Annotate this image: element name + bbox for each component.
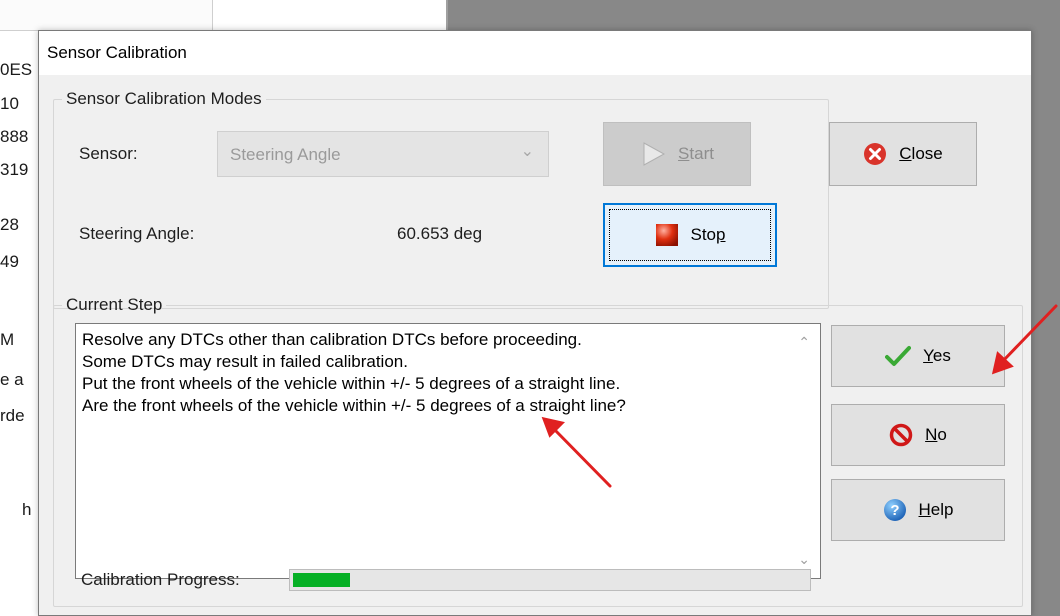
start-button[interactable]: Start — [603, 122, 751, 186]
scroll-up-icon[interactable]: ⌃ — [798, 334, 810, 351]
background-text: M — [0, 330, 15, 349]
background-text: 10 — [0, 94, 19, 113]
yes-button[interactable]: Yes — [831, 325, 1005, 387]
calibration-modes-legend: Sensor Calibration Modes — [66, 89, 262, 108]
no-button-label: No — [925, 425, 947, 444]
current-step-legend: Current Step — [66, 295, 163, 314]
steering-angle-label: Steering Angle: — [79, 224, 195, 243]
background-text: e a — [0, 370, 24, 389]
start-button-label: Start — [678, 144, 714, 163]
title-bar[interactable]: Sensor Calibration — [39, 31, 1031, 75]
background-header — [0, 0, 213, 31]
background-text: 49 — [0, 252, 19, 271]
instruction-line: Resolve any DTCs other than calibration … — [82, 330, 582, 349]
no-button[interactable]: No — [831, 404, 1005, 466]
play-icon — [640, 141, 666, 167]
stop-button-label: Stop — [690, 225, 726, 244]
svg-text:?: ? — [890, 502, 899, 519]
sensor-label: Sensor: — [79, 144, 138, 163]
instruction-line: Are the front wheels of the vehicle with… — [82, 396, 626, 415]
chevron-down-icon: ⌄ — [520, 143, 534, 160]
dialog-title: Sensor Calibration — [47, 43, 187, 62]
background-text: 888 — [0, 127, 29, 146]
checkmark-icon — [885, 345, 912, 367]
stop-button[interactable]: Stop — [603, 203, 777, 267]
sensor-select[interactable]: Steering Angle ⌄ — [217, 131, 549, 177]
close-button[interactable]: Close — [829, 122, 977, 186]
progress-label: Calibration Progress: — [81, 570, 240, 589]
scroll-down-icon[interactable]: ⌄ — [798, 551, 810, 568]
help-icon: ? — [883, 498, 907, 522]
help-button[interactable]: ? Help — [831, 479, 1005, 541]
sensor-select-value: Steering Angle — [230, 145, 341, 164]
sensor-calibration-dialog: Sensor Calibration Sensor Calibration Mo… — [38, 30, 1032, 616]
background-text: 28 — [0, 215, 19, 234]
background-text: rde — [0, 406, 25, 425]
instructions-textarea[interactable]: Resolve any DTCs other than calibration … — [75, 323, 821, 579]
stop-icon — [655, 223, 679, 247]
instruction-line: Put the front wheels of the vehicle with… — [82, 374, 621, 393]
background-text: 0ES — [0, 60, 33, 79]
instruction-line: Some DTCs may result in failed calibrati… — [82, 352, 408, 371]
close-button-label: Close — [899, 144, 943, 163]
calibration-progress-bar — [289, 569, 811, 591]
close-x-icon — [863, 142, 887, 166]
progress-fill — [293, 573, 350, 587]
help-button-label: Help — [918, 500, 954, 519]
steering-angle-value: 60.653 deg — [397, 224, 483, 243]
background-text: 319 — [0, 160, 29, 179]
no-sign-icon — [889, 423, 913, 447]
yes-button-label: Yes — [923, 346, 951, 365]
